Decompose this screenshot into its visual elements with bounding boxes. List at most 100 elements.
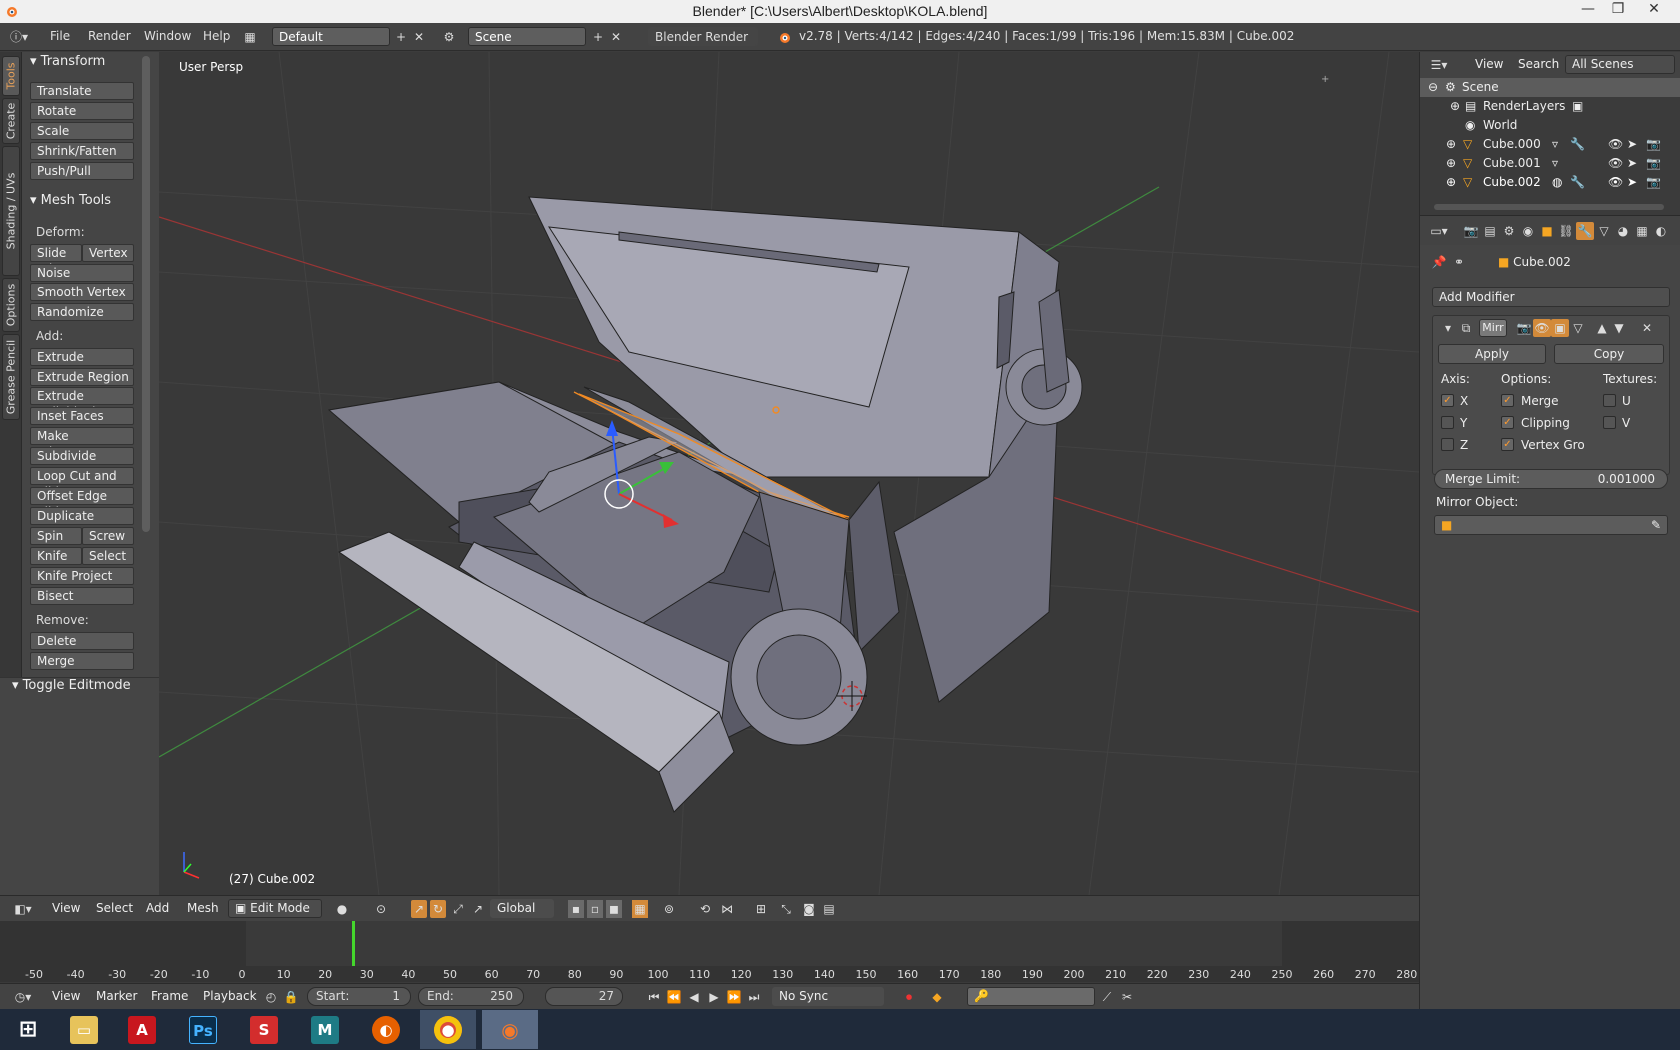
- shrink-fatten-button[interactable]: Shrink/Fatten: [30, 142, 134, 160]
- remove-scene-icon[interactable]: ✕: [607, 28, 625, 46]
- menu-file[interactable]: File: [50, 29, 70, 43]
- limit-selection-icon[interactable]: ▦: [632, 900, 648, 918]
- keyframe-icon[interactable]: ◆: [928, 988, 946, 1006]
- truck-model[interactable]: [327, 196, 1083, 813]
- outliner-menu-view[interactable]: View: [1475, 57, 1503, 71]
- insert-keyframe-icon[interactable]: ⟋: [1098, 988, 1116, 1006]
- jump-keyframe-forward-icon[interactable]: ⏩: [725, 988, 743, 1006]
- mesh-data-icon[interactable]: ◍: [1552, 175, 1562, 189]
- axis-z-checkbox[interactable]: [1441, 438, 1454, 451]
- context-link-icon[interactable]: ⚭: [1450, 253, 1468, 271]
- screen-layout-icon[interactable]: ▦: [243, 28, 257, 46]
- extrude-region-button[interactable]: Extrude Region: [30, 368, 134, 386]
- knife-button[interactable]: Knife: [30, 547, 82, 565]
- jump-end-icon[interactable]: ⏭: [745, 988, 763, 1006]
- jump-keyframe-back-icon[interactable]: ⏪: [665, 988, 683, 1006]
- extrude-individual-button[interactable]: Extrude Individual: [30, 387, 134, 419]
- taskbar-acrobat[interactable]: A: [114, 1010, 170, 1049]
- slide-edge-button[interactable]: Slide Ed: [30, 244, 82, 276]
- properties-editor-icon[interactable]: ▭▾: [1428, 222, 1450, 240]
- translate-button[interactable]: Translate: [30, 82, 134, 100]
- toggle-editmode-panel-header[interactable]: ▾ Toggle Editmode: [0, 677, 159, 695]
- edge-select-icon[interactable]: ▫: [587, 900, 603, 918]
- smooth-vertex-button[interactable]: Smooth Vertex: [30, 283, 134, 301]
- expand-icon[interactable]: ⊕: [1446, 175, 1456, 189]
- play-icon[interactable]: ▶: [705, 988, 723, 1006]
- material-tab-icon[interactable]: ◕: [1614, 222, 1632, 240]
- pivot-point-icon[interactable]: ⊙: [372, 900, 390, 918]
- menu-window[interactable]: Window: [144, 29, 191, 43]
- taskbar-chrome[interactable]: ●: [420, 1010, 476, 1049]
- current-frame-field[interactable]: 27: [545, 987, 623, 1006]
- taskbar-firefox[interactable]: ◐: [358, 1010, 414, 1049]
- tool-shelf-scrollbar[interactable]: [142, 56, 150, 532]
- jump-start-icon[interactable]: ⏮: [645, 988, 663, 1006]
- eyedropper-icon[interactable]: ✎: [1651, 516, 1661, 534]
- knife-project-button[interactable]: Knife Project: [30, 567, 134, 585]
- vertex-select-icon[interactable]: ▪: [568, 900, 584, 918]
- modifier-wrench-icon[interactable]: 🔧: [1570, 175, 1585, 189]
- taskbar-sketchup[interactable]: S: [236, 1010, 292, 1049]
- translate-manipulator-icon[interactable]: ↗: [411, 900, 427, 918]
- move-up-icon[interactable]: ▲: [1593, 319, 1611, 337]
- render-engine-dropdown[interactable]: Blender Render: [648, 27, 758, 46]
- outliner-editor-icon[interactable]: ☰▾: [1428, 56, 1450, 74]
- tab-options[interactable]: Options: [2, 278, 20, 332]
- pin-icon[interactable]: 📌: [1430, 253, 1448, 271]
- 3d-view-editor-icon[interactable]: ◧▾: [12, 900, 34, 918]
- current-frame-marker[interactable]: [352, 921, 355, 966]
- snap-target-icon[interactable]: ⊞: [752, 900, 770, 918]
- expand-icon[interactable]: ⊕: [1446, 137, 1456, 151]
- show-on-cage-icon[interactable]: ▽: [1569, 319, 1587, 337]
- add-layout-icon[interactable]: +: [392, 28, 410, 46]
- texture-u-checkbox[interactable]: [1603, 394, 1616, 407]
- sync-mode-dropdown[interactable]: No Sync: [772, 987, 884, 1006]
- taskbar-file-explorer[interactable]: ▭: [56, 1010, 112, 1049]
- play-reverse-icon[interactable]: ◀: [685, 988, 703, 1006]
- tab-shading-uvs[interactable]: Shading / UVs: [2, 146, 20, 276]
- remove-modifier-icon[interactable]: ✕: [1638, 319, 1656, 337]
- copy-modifier-button[interactable]: Copy: [1554, 344, 1664, 364]
- outliner-item-cube-001[interactable]: ⊕ ▽ Cube.001 ▿ 👁 ➤ 📷: [1420, 154, 1680, 173]
- expand-icon[interactable]: ⊕: [1450, 99, 1460, 113]
- subdivide-button[interactable]: Subdivide: [30, 447, 134, 465]
- taskbar-photoshop[interactable]: Ps: [175, 1010, 231, 1049]
- keying-set-field[interactable]: 🔑: [967, 987, 1095, 1006]
- texture-v-checkbox[interactable]: [1603, 416, 1616, 429]
- timeline-editor-icon[interactable]: ◷▾: [12, 988, 34, 1006]
- merge-button[interactable]: Merge: [30, 652, 134, 670]
- face-select-icon[interactable]: ◼: [606, 900, 622, 918]
- start-button[interactable]: ⊞: [0, 1010, 56, 1049]
- proportional-edit-icon[interactable]: ⊚: [660, 900, 678, 918]
- outliner-item-world[interactable]: ◉ World: [1420, 116, 1680, 135]
- remove-layout-icon[interactable]: ✕: [410, 28, 428, 46]
- randomize-button[interactable]: Randomize: [30, 303, 134, 321]
- object-tab-icon[interactable]: ■: [1538, 222, 1556, 240]
- bisect-button[interactable]: Bisect: [30, 587, 134, 605]
- spin-button[interactable]: Spin: [30, 527, 82, 545]
- loop-cut-button[interactable]: Loop Cut and Slide: [30, 467, 134, 499]
- select-arrow-icon[interactable]: ➤: [1627, 156, 1637, 170]
- info-editor-type-icon[interactable]: ⓘ▾: [8, 28, 30, 46]
- preview-range-icon[interactable]: ◴: [262, 988, 280, 1006]
- timeline-menu-frame[interactable]: Frame: [151, 989, 188, 1003]
- rotate-manipulator-icon[interactable]: ↻: [430, 900, 446, 918]
- visibility-eye-icon[interactable]: 👁: [1608, 156, 1623, 170]
- transform-panel-header[interactable]: ▾ Transform: [30, 54, 105, 69]
- outliner-hscroll[interactable]: [1419, 200, 1680, 215]
- knife-select-button[interactable]: Select: [82, 547, 134, 565]
- expand-icon[interactable]: ⊕: [1446, 156, 1456, 170]
- scene-field[interactable]: Scene: [468, 27, 586, 46]
- timeline-menu-playback[interactable]: Playback: [203, 989, 257, 1003]
- extrude-button[interactable]: Extrude: [30, 348, 134, 366]
- add-modifier-dropdown[interactable]: Add Modifier: [1432, 287, 1670, 307]
- taskbar-blender[interactable]: ◉: [482, 1010, 538, 1049]
- end-frame-field[interactable]: End: 250: [418, 987, 524, 1006]
- world-tab-icon[interactable]: ◉: [1519, 222, 1537, 240]
- visibility-eye-icon[interactable]: 👁: [1608, 175, 1623, 189]
- render-camera-icon[interactable]: 📷: [1646, 137, 1661, 151]
- 3d-menu-mesh[interactable]: Mesh: [187, 901, 219, 915]
- 3d-viewport[interactable]: + User Persp (27) Cube.002: [159, 52, 1419, 895]
- transform-orientation-dropdown[interactable]: Global: [490, 899, 554, 918]
- apply-modifier-button[interactable]: Apply: [1438, 344, 1546, 364]
